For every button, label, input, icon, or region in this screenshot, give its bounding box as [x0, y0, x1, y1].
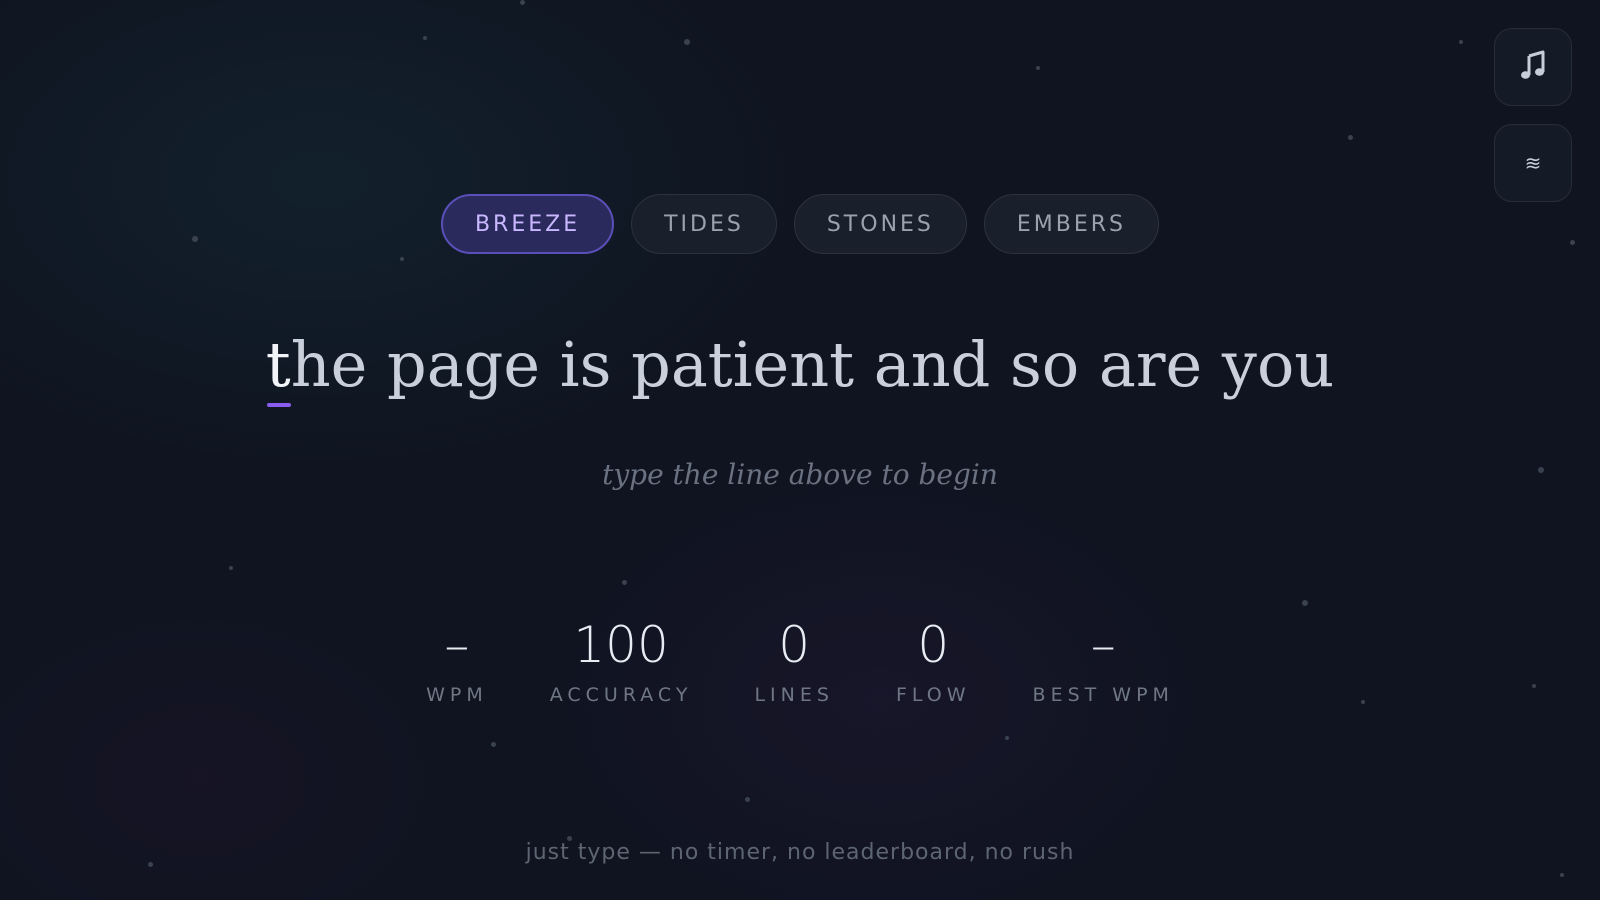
- stat-wpm: – WPM: [426, 620, 488, 706]
- mode-embers-button[interactable]: EMBERS: [983, 194, 1160, 254]
- star: [1348, 135, 1353, 140]
- star: [491, 742, 496, 747]
- footer-tagline: just type — no timer, no leaderboard, no…: [525, 840, 1075, 865]
- starfield: [0, 0, 1600, 900]
- ambient-sound-button[interactable]: ≋: [1494, 124, 1572, 202]
- stat-value: 0: [778, 616, 811, 674]
- star: [229, 566, 233, 570]
- stat-lines: 0 LINES: [754, 620, 833, 706]
- stat-label: LINES: [754, 684, 834, 706]
- stat-label: WPM: [426, 684, 488, 706]
- stat-value: –: [444, 616, 470, 674]
- remaining-text: he page is patient and so are you: [290, 328, 1335, 401]
- mode-selector: BREEZE TIDES STONES EMBERS: [0, 194, 1600, 254]
- star: [1036, 66, 1040, 70]
- stat-flow: 0 FLOW: [896, 620, 971, 706]
- star: [745, 797, 750, 802]
- stats-bar: – WPM 100 ACCURACY 0 LINES 0 FLOW – BEST…: [0, 620, 1600, 706]
- music-note-icon: [1520, 50, 1546, 84]
- typing-prompt[interactable]: the page is patient and so are you: [0, 328, 1600, 401]
- stat-accuracy: 100 ACCURACY: [550, 620, 693, 706]
- star: [1302, 600, 1308, 606]
- star: [684, 39, 690, 45]
- stat-label: ACCURACY: [549, 684, 693, 706]
- mode-breeze-button[interactable]: BREEZE: [440, 194, 615, 254]
- start-hint: type the line above to begin: [602, 458, 998, 491]
- mode-tides-button[interactable]: TIDES: [631, 194, 777, 254]
- stat-value: 0: [917, 616, 950, 674]
- current-character: t: [265, 328, 291, 401]
- stat-label: FLOW: [895, 684, 971, 706]
- star: [423, 36, 427, 40]
- stat-label: BEST WPM: [1032, 684, 1174, 706]
- star: [1005, 736, 1009, 740]
- star: [1459, 40, 1463, 44]
- star: [622, 580, 627, 585]
- star: [520, 0, 525, 5]
- stat-value: 100: [573, 616, 669, 674]
- stat-best-wpm: – BEST WPM: [1033, 620, 1174, 706]
- stat-value: –: [1090, 616, 1116, 674]
- star: [1560, 873, 1564, 877]
- waves-icon: ≋: [1524, 151, 1542, 175]
- mode-stones-button[interactable]: STONES: [793, 194, 967, 254]
- star: [400, 257, 404, 261]
- music-toggle-button[interactable]: [1494, 28, 1572, 106]
